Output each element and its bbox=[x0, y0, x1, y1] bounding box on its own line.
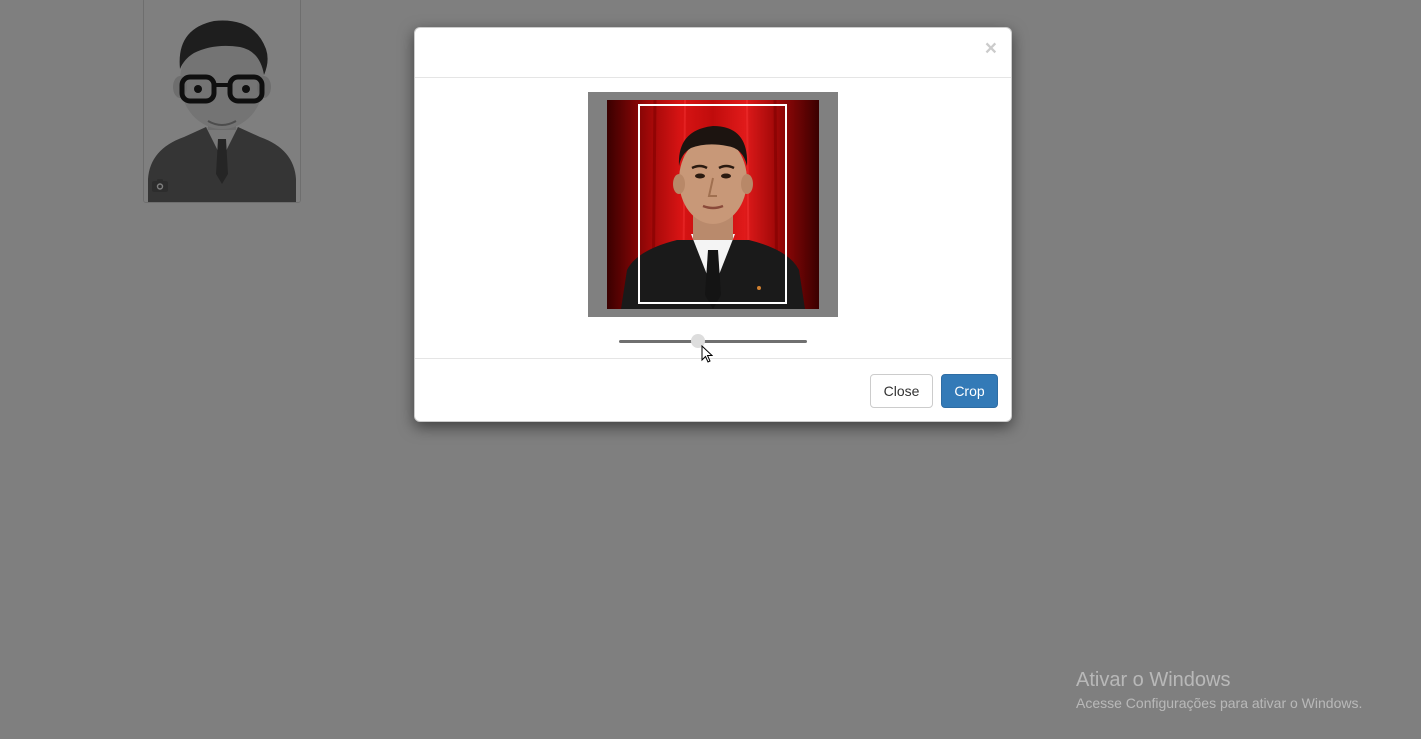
crop-canvas[interactable] bbox=[588, 92, 838, 317]
crop-selection-box[interactable] bbox=[638, 104, 787, 304]
crop-modal: × Close Crop bbox=[414, 27, 1012, 422]
close-icon[interactable]: × bbox=[985, 38, 997, 59]
close-button[interactable]: Close bbox=[870, 374, 933, 408]
windows-activation-watermark: Ativar o Windows Acesse Configurações pa… bbox=[1076, 668, 1362, 714]
modal-footer: Close Crop bbox=[415, 359, 1011, 423]
crop-button[interactable]: Crop bbox=[941, 374, 998, 408]
watermark-subtitle: Acesse Configurações para ativar o Windo… bbox=[1076, 695, 1363, 711]
zoom-slider[interactable] bbox=[619, 334, 807, 348]
modal-body bbox=[415, 78, 1011, 363]
modal-header: × bbox=[415, 28, 1011, 78]
watermark-title: Ativar o Windows bbox=[1076, 669, 1231, 691]
